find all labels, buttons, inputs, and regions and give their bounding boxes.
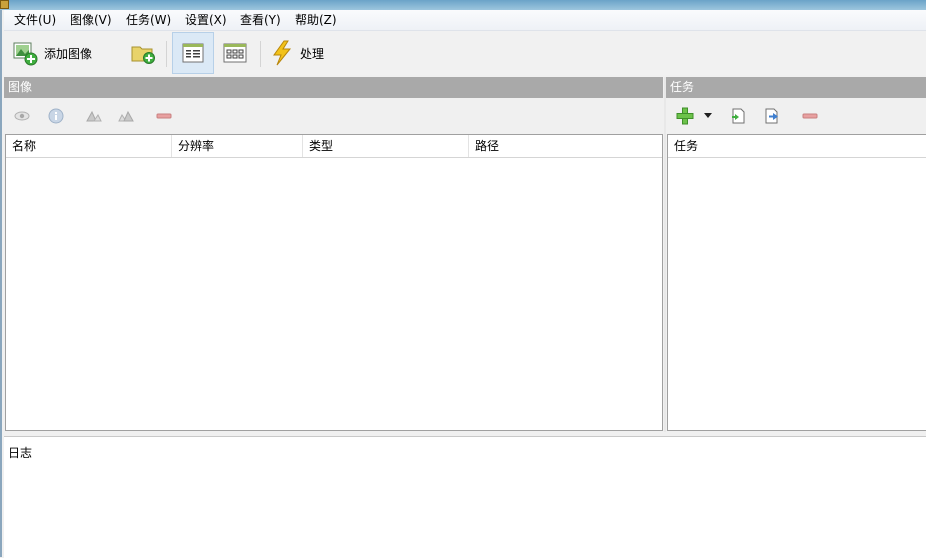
add-folder-icon: [131, 46, 155, 64]
add-task-icon[interactable]: [676, 107, 694, 125]
info-icon[interactable]: [48, 108, 64, 124]
tasks-panel-toolbar: [666, 98, 926, 134]
toolbar-separator: [260, 41, 261, 67]
add-folder-button[interactable]: [128, 37, 158, 69]
images-panel-header: 图像: [4, 77, 663, 98]
menu-help[interactable]: 帮助(Z): [293, 12, 339, 28]
remove-icon[interactable]: [156, 108, 172, 124]
main-window: 文件(U) 图像(V) 任务(W) 设置(X) 查看(Y) 帮助(Z) 添加图像: [0, 10, 926, 558]
column-task[interactable]: 任务: [668, 135, 926, 157]
log-panel[interactable]: 日志: [4, 436, 926, 558]
menu-view[interactable]: 查看(Y): [238, 12, 283, 28]
remove-task-icon[interactable]: [802, 108, 818, 124]
tasks-list[interactable]: 任务: [667, 134, 926, 431]
tasks-panel-header: 任务: [666, 77, 926, 98]
window-title-bar: [0, 0, 926, 10]
process-label: 处理: [300, 46, 325, 61]
images-panel-toolbar: [4, 98, 663, 134]
flip-right-icon[interactable]: [118, 108, 134, 124]
menu-bar: 文件(U) 图像(V) 任务(W) 设置(X) 查看(Y) 帮助(Z): [4, 10, 926, 31]
import-task-icon[interactable]: [730, 108, 746, 124]
main-toolbar: 添加图像 处理: [4, 31, 926, 75]
column-name[interactable]: 名称: [6, 135, 172, 157]
details-view-icon: [182, 43, 204, 63]
images-list[interactable]: 名称 分辨率 类型 路径: [5, 134, 663, 431]
add-image-button[interactable]: 添加图像: [12, 37, 108, 69]
menu-file[interactable]: 文件(U): [12, 12, 58, 28]
column-path[interactable]: 路径: [469, 135, 662, 157]
eye-icon[interactable]: [14, 108, 30, 124]
add-image-icon: [13, 42, 38, 66]
lightning-icon: [273, 40, 292, 66]
toolbar-separator: [166, 41, 167, 67]
column-type[interactable]: 类型: [303, 135, 469, 157]
chevron-down-icon[interactable]: [703, 112, 713, 120]
add-image-label: 添加图像: [44, 46, 93, 61]
log-label: 日志: [8, 446, 33, 460]
thumbnail-view-button[interactable]: [220, 37, 250, 69]
thumbnail-view-icon: [223, 43, 247, 63]
images-list-header: 名称 分辨率 类型 路径: [6, 135, 662, 158]
process-button[interactable]: 处理: [270, 37, 340, 69]
menu-settings[interactable]: 设置(X): [183, 12, 229, 28]
column-resolution[interactable]: 分辨率: [172, 135, 303, 157]
export-task-icon[interactable]: [764, 108, 780, 124]
menu-task[interactable]: 任务(W): [124, 12, 173, 28]
flip-left-icon[interactable]: [86, 108, 102, 124]
tasks-list-header: 任务: [668, 135, 926, 158]
menu-image[interactable]: 图像(V): [68, 12, 114, 28]
app-icon: [0, 0, 9, 9]
details-view-button[interactable]: [172, 32, 214, 74]
